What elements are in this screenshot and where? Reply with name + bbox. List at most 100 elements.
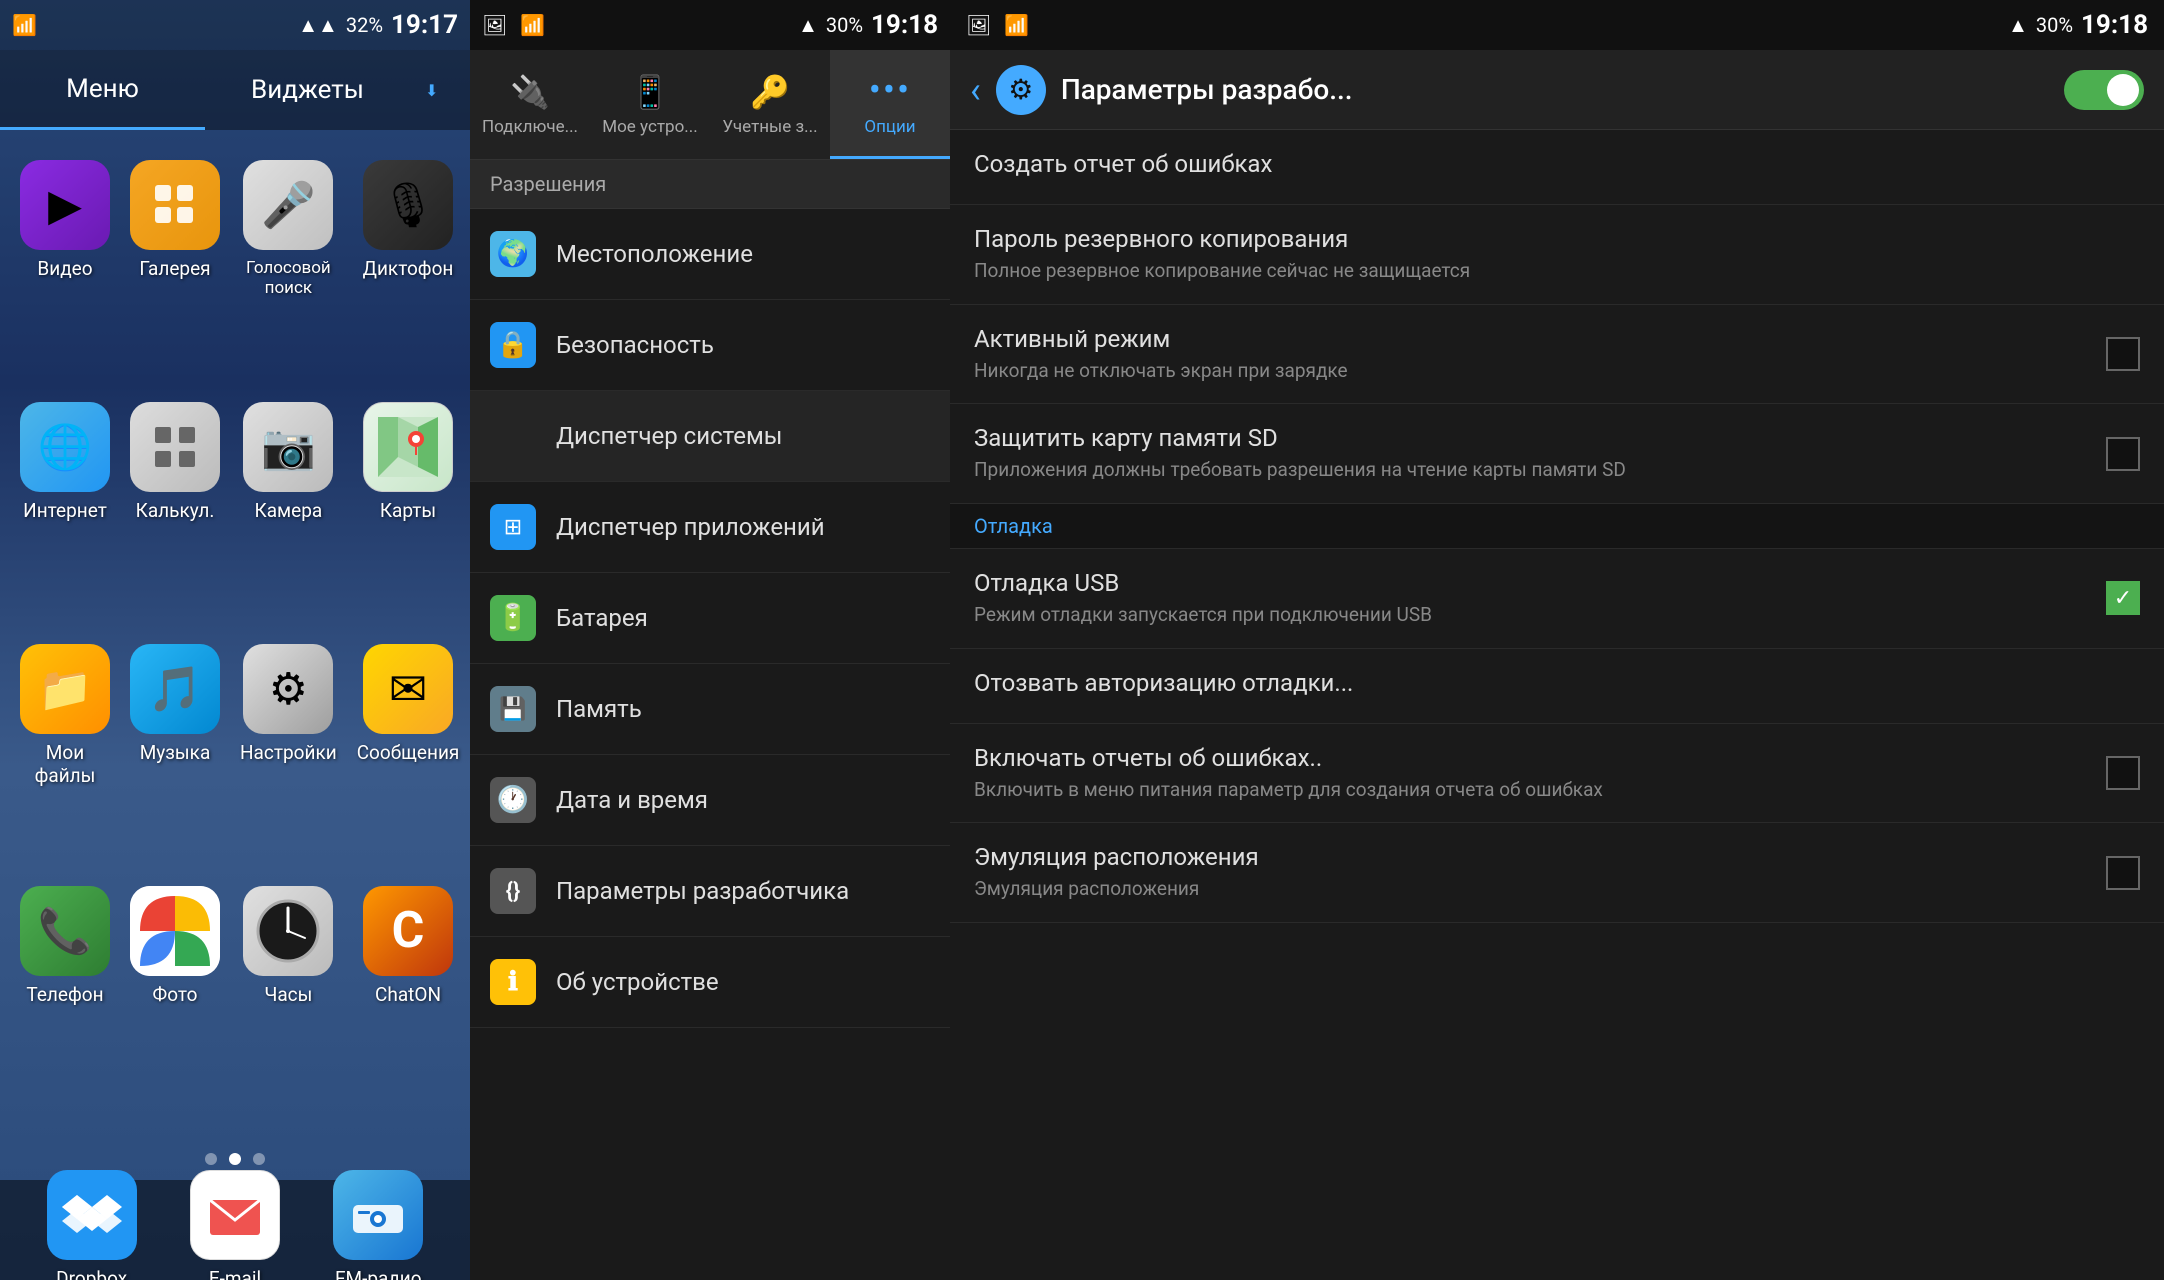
- backup-password-title: Пароль резервного копирования: [974, 225, 2140, 253]
- security-label: Безопасность: [556, 331, 714, 359]
- download-icon: ⬇: [425, 81, 438, 100]
- app-icon-photos: [130, 886, 220, 976]
- developer-label: Параметры разработчика: [556, 877, 849, 905]
- settings-status-right: ▲ 30% 19:18: [798, 10, 938, 40]
- app-icon-chaton: C: [363, 886, 453, 976]
- developer-settings-icon: ⚙: [996, 65, 1046, 115]
- bottom-dock: Dropbox E-mail FM-радио: [0, 1180, 470, 1280]
- battery-percent: 32%: [346, 13, 383, 37]
- app-voice[interactable]: 🎤 Голосовой поиск: [240, 160, 337, 382]
- dock-icon-dropbox: [47, 1170, 137, 1260]
- download-tab[interactable]: ⬇: [410, 81, 470, 100]
- dock-fmradio[interactable]: FM-радио: [333, 1170, 423, 1280]
- tab-options[interactable]: ••• Опции: [830, 50, 950, 159]
- tab-widgets[interactable]: Виджеты: [205, 50, 410, 130]
- settings-wifi-signal: ▲: [798, 13, 818, 38]
- app-video[interactable]: ▶ Видео: [20, 160, 110, 382]
- emulate-location-checkbox[interactable]: [2106, 856, 2140, 890]
- settings-item-appmanager[interactable]: ⊞ Диспетчер приложений: [470, 482, 950, 573]
- app-camera[interactable]: 📷 Камера: [240, 402, 337, 624]
- app-recorder[interactable]: 🎙 Диктофон: [357, 160, 460, 382]
- app-music[interactable]: 🎵 Музыка: [130, 644, 220, 866]
- settings-item-sysmanager[interactable]: Диспетчер системы: [470, 391, 950, 482]
- settings-item-datetime[interactable]: 🕐 Дата и время: [470, 755, 950, 846]
- appmanager-label: Диспетчер приложений: [556, 513, 825, 541]
- usb-debug-checkbox[interactable]: ✓: [2106, 581, 2140, 615]
- connect-label: Подключе...: [482, 117, 578, 137]
- app-messages[interactable]: ✉ Сообщения: [357, 644, 460, 866]
- back-button[interactable]: ‹: [970, 69, 981, 111]
- accounts-icon: 🔑: [750, 73, 790, 111]
- app-label-calc: Калькул.: [136, 500, 215, 523]
- app-label-settings: Настройки: [240, 742, 337, 765]
- app-photos[interactable]: Фото: [130, 886, 220, 1108]
- app-calc[interactable]: Калькул.: [130, 402, 220, 624]
- tab-menu[interactable]: Меню: [0, 50, 205, 130]
- dev-item-create-report[interactable]: Создать отчет об ошибках: [950, 130, 2164, 205]
- dev-item-usb-debug[interactable]: Отладка USB Режим отладки запускается пр…: [950, 549, 2164, 649]
- dev-item-backup-password[interactable]: Пароль резервного копирования Полное рез…: [950, 205, 2164, 305]
- app-phone[interactable]: 📞 Телефон: [20, 886, 110, 1108]
- dev-item-error-reports[interactable]: Включать отчеты об ошибках.. Включить в …: [950, 724, 2164, 824]
- tab-connect[interactable]: 🔌 Подключе...: [470, 50, 590, 159]
- app-label-internet: Интернет: [23, 500, 107, 523]
- settings-item-memory[interactable]: 💾 Память: [470, 664, 950, 755]
- settings-item-security[interactable]: 🔒 Безопасность: [470, 300, 950, 391]
- active-mode-checkbox[interactable]: [2106, 337, 2140, 371]
- developer-mode-switch[interactable]: [2064, 70, 2144, 110]
- app-clock[interactable]: Часы: [240, 886, 337, 1108]
- battery-label: Батарея: [556, 604, 648, 632]
- app-label-gallery: Галерея: [139, 258, 210, 281]
- error-reports-subtitle: Включить в меню питания параметр для соз…: [974, 778, 2106, 803]
- app-icon-phone: 📞: [20, 886, 110, 976]
- emulate-location-title: Эмуляция расположения: [974, 843, 2106, 871]
- dev-item-emulate-location[interactable]: Эмуляция расположения Эмуляция расположе…: [950, 823, 2164, 923]
- dock-email[interactable]: E-mail: [190, 1170, 280, 1280]
- error-reports-checkbox[interactable]: [2106, 756, 2140, 790]
- app-label-clock: Часы: [264, 984, 312, 1007]
- location-label: Местоположение: [556, 240, 753, 268]
- status-bar-dev: 🖼 📶 ▲ 30% 19:18: [950, 0, 2164, 50]
- settings-item-location[interactable]: 🌍 Местоположение: [470, 209, 950, 300]
- app-label-camera: Камера: [254, 500, 322, 523]
- status-bar-home: 📶 ▲▲ 32% 19:17: [0, 0, 470, 50]
- settings-wifi-icon: 📶: [520, 13, 545, 37]
- usb-debug-title: Отладка USB: [974, 569, 2106, 597]
- dev-item-revoke-auth[interactable]: Отозвать авторизацию отладки...: [950, 649, 2164, 724]
- app-icon-myfiles: 📁: [20, 644, 110, 734]
- dot-3: [253, 1153, 265, 1165]
- app-icon-internet: 🌐: [20, 402, 110, 492]
- app-icon-camera: 📷: [243, 402, 333, 492]
- settings-item-about[interactable]: ℹ Об устройстве: [470, 937, 950, 1028]
- tab-accounts[interactable]: 🔑 Учетные з...: [710, 50, 830, 159]
- app-chaton[interactable]: C ChatON: [357, 886, 460, 1108]
- protect-sd-title: Защитить карту памяти SD: [974, 424, 2106, 452]
- datetime-label: Дата и время: [556, 786, 708, 814]
- options-label: Опции: [864, 117, 915, 137]
- datetime-icon: 🕐: [490, 777, 536, 823]
- app-icon-maps: [363, 402, 453, 492]
- app-grid: ▶ Видео Галерея 🎤 Голосовой поиск 🎙 Дикт…: [0, 130, 470, 1138]
- dev-item-active-mode[interactable]: Активный режим Никогда не отключать экра…: [950, 305, 2164, 405]
- dev-item-protect-sd[interactable]: Защитить карту памяти SD Приложения долж…: [950, 404, 2164, 504]
- protect-sd-checkbox[interactable]: [2106, 437, 2140, 471]
- dot-2: [229, 1153, 241, 1165]
- settings-item-battery[interactable]: 🔋 Батарея: [470, 573, 950, 664]
- app-icon-video: ▶: [20, 160, 110, 250]
- app-maps[interactable]: Карты: [357, 402, 460, 624]
- settings-photo-icon: 🖼: [482, 13, 507, 37]
- settings-list: 🌍 Местоположение 🔒 Безопасность Диспетче…: [470, 209, 950, 1280]
- battery-icon: 🔋: [490, 595, 536, 641]
- app-internet[interactable]: 🌐 Интернет: [20, 402, 110, 624]
- tab-mydevice[interactable]: 📱 Мое устро...: [590, 50, 710, 159]
- app-gallery[interactable]: Галерея: [130, 160, 220, 382]
- usb-debug-subtitle: Режим отладки запускается при подключени…: [974, 603, 2106, 628]
- settings-battery: 30%: [826, 13, 863, 37]
- app-settings[interactable]: ⚙ Настройки: [240, 644, 337, 866]
- appmanager-icon: ⊞: [490, 504, 536, 550]
- dock-dropbox[interactable]: Dropbox: [47, 1170, 137, 1280]
- dev-header-title: Параметры разрабо...: [1061, 73, 2049, 106]
- settings-item-developer[interactable]: {} Параметры разработчика: [470, 846, 950, 937]
- app-myfiles[interactable]: 📁 Мои файлы: [20, 644, 110, 866]
- dot-1: [205, 1153, 217, 1165]
